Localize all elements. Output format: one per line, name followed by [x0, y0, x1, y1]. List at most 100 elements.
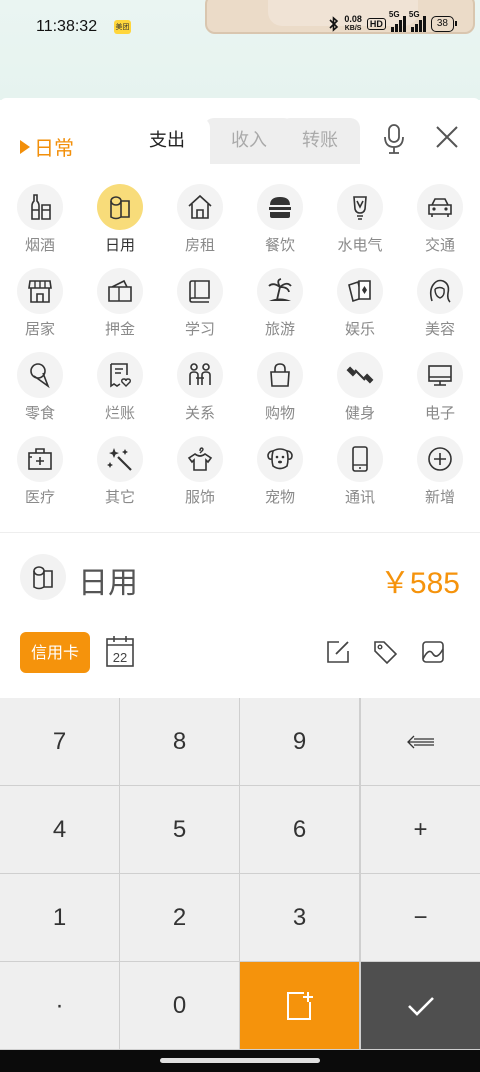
woman-face-icon: [429, 279, 451, 303]
category-label: 学习: [184, 320, 215, 338]
category-item[interactable]: 电子: [400, 352, 480, 436]
category-label: 餐饮: [264, 236, 295, 254]
category-item[interactable]: 关系: [160, 352, 240, 436]
category-item[interactable]: 美容: [400, 268, 480, 352]
category-item[interactable]: 服饰: [160, 436, 240, 520]
category-label: 美容: [424, 320, 455, 338]
save-and-new-key[interactable]: [240, 962, 359, 1049]
playing-cards-icon: [348, 280, 371, 303]
add-document-icon: [286, 991, 313, 1020]
phone-icon: [352, 446, 368, 472]
keypad: 7 8 9 4 5 6 + 1 2 3 − · 0: [0, 698, 480, 1050]
category-label: 押金: [104, 320, 135, 338]
category-item[interactable]: 娱乐: [320, 268, 400, 352]
category-label: 新增: [424, 488, 455, 506]
decimal-key[interactable]: ·: [0, 962, 119, 1049]
category-label: 医疗: [24, 488, 55, 506]
battery-icon: 38: [430, 16, 458, 32]
category-label: 居家: [24, 320, 55, 338]
category-item[interactable]: 房租: [160, 184, 240, 268]
tissue-roll-icon: [33, 566, 53, 590]
minus-key[interactable]: −: [361, 874, 480, 961]
magic-wand-icon: [107, 448, 132, 471]
receipt-heart-icon: [110, 363, 131, 388]
category-item[interactable]: 宠物: [240, 436, 320, 520]
amount-display: ￥585: [379, 567, 460, 600]
signal-1-label: 5G: [388, 10, 400, 19]
current-category-name: 日用: [78, 566, 138, 601]
backspace-key[interactable]: [361, 698, 480, 785]
category-label: 关系: [184, 404, 215, 422]
current-category-icon: [20, 554, 66, 600]
key-2[interactable]: 2: [120, 874, 239, 961]
signal-2-icon: 5G: [409, 10, 426, 32]
category-item[interactable]: 通讯: [320, 436, 400, 520]
category-label: 通讯: [344, 488, 375, 506]
book-name: 日常: [34, 136, 74, 160]
key-4[interactable]: 4: [0, 786, 119, 873]
book-selector[interactable]: 日常: [20, 132, 74, 161]
note-edit-icon[interactable]: [325, 639, 351, 665]
category-item-selected[interactable]: 日用: [80, 184, 160, 268]
key-3[interactable]: 3: [240, 874, 359, 961]
category-item[interactable]: 其它: [80, 436, 160, 520]
storefront-icon: [28, 280, 52, 303]
ice-cream-icon: [30, 363, 50, 389]
book-icon: [189, 280, 210, 303]
confirm-key[interactable]: [361, 962, 480, 1049]
key-1[interactable]: 1: [0, 874, 119, 961]
palm-island-icon: [268, 278, 292, 301]
category-label: 宠物: [264, 488, 295, 506]
signal-2-label: 5G: [408, 10, 420, 19]
category-item[interactable]: 餐饮: [240, 184, 320, 268]
category-label: 交通: [424, 236, 455, 254]
plus-key[interactable]: +: [361, 786, 480, 873]
category-label: 购物: [264, 404, 295, 422]
wallet-icon: [108, 279, 132, 302]
category-label: 房租: [184, 236, 215, 254]
bulb-icon: [353, 196, 367, 220]
category-label: 零食: [24, 404, 55, 422]
microphone-icon[interactable]: [383, 124, 405, 154]
category-item[interactable]: 旅游: [240, 268, 320, 352]
type-tabs: 转账 收入 支出: [124, 118, 360, 164]
key-0[interactable]: 0: [120, 962, 239, 1049]
key-9[interactable]: 9: [240, 698, 359, 785]
status-right-group: 0.08 KB/S HD 5G 5G 38: [329, 10, 458, 33]
category-item[interactable]: 医疗: [0, 436, 80, 520]
key-6[interactable]: 6: [240, 786, 359, 873]
category-item[interactable]: 水电气: [320, 184, 400, 268]
tag-icon[interactable]: [372, 639, 398, 665]
signal-1-icon: 5G: [389, 10, 406, 32]
burger-icon: [269, 197, 291, 218]
close-icon[interactable]: [434, 124, 460, 150]
navigation-bar: [0, 1050, 480, 1072]
tab-income[interactable]: 收入: [204, 118, 294, 164]
category-label: 烂账: [104, 404, 135, 422]
category-item[interactable]: 新增: [400, 436, 480, 520]
category-item[interactable]: 居家: [0, 268, 80, 352]
image-attach-icon[interactable]: [420, 639, 446, 665]
wine-bottles-icon: [31, 194, 51, 220]
monitor-icon: [428, 365, 452, 386]
category-item[interactable]: 购物: [240, 352, 320, 436]
triangle-right-icon: [20, 139, 30, 154]
category-item[interactable]: 押金: [80, 268, 160, 352]
category-item[interactable]: 烂账: [80, 352, 160, 436]
category-label: 电子: [424, 404, 455, 422]
account-button[interactable]: 信用卡: [20, 632, 90, 673]
category-item[interactable]: 交通: [400, 184, 480, 268]
category-label: 烟酒: [24, 236, 55, 254]
category-item[interactable]: 学习: [160, 268, 240, 352]
tab-expense[interactable]: 支出: [124, 118, 210, 164]
category-label: 健身: [344, 404, 375, 422]
category-item[interactable]: 健身: [320, 352, 400, 436]
key-5[interactable]: 5: [120, 786, 239, 873]
key-8[interactable]: 8: [120, 698, 239, 785]
net-speed: 0.08 KB/S: [344, 15, 362, 33]
key-7[interactable]: 7: [0, 698, 119, 785]
category-item[interactable]: 零食: [0, 352, 80, 436]
calendar-icon[interactable]: 22: [105, 634, 135, 668]
category-item[interactable]: 烟酒: [0, 184, 80, 268]
home-indicator[interactable]: [160, 1058, 320, 1063]
